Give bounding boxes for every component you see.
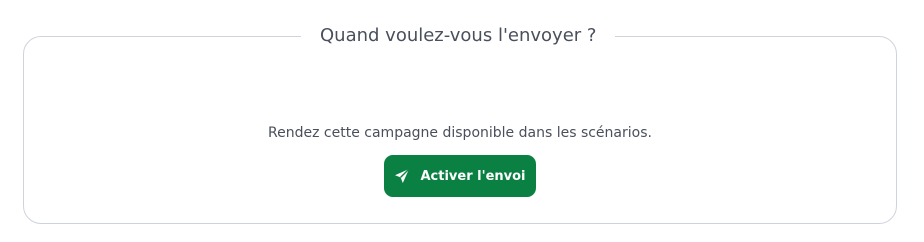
send-schedule-card: Quand voulez-vous l'envoyer ? Rendez cet… <box>23 24 897 224</box>
section-description: Rendez cette campagne disponible dans le… <box>268 125 652 141</box>
activate-send-button[interactable]: Activer l'envoi <box>384 155 536 197</box>
activate-send-label: Activer l'envoi <box>420 168 526 184</box>
paper-plane-icon <box>394 168 410 184</box>
send-schedule-page: Quand voulez-vous l'envoyer ? Rendez cet… <box>0 0 924 242</box>
section-title: Quand voulez-vous l'envoyer ? <box>320 25 597 46</box>
